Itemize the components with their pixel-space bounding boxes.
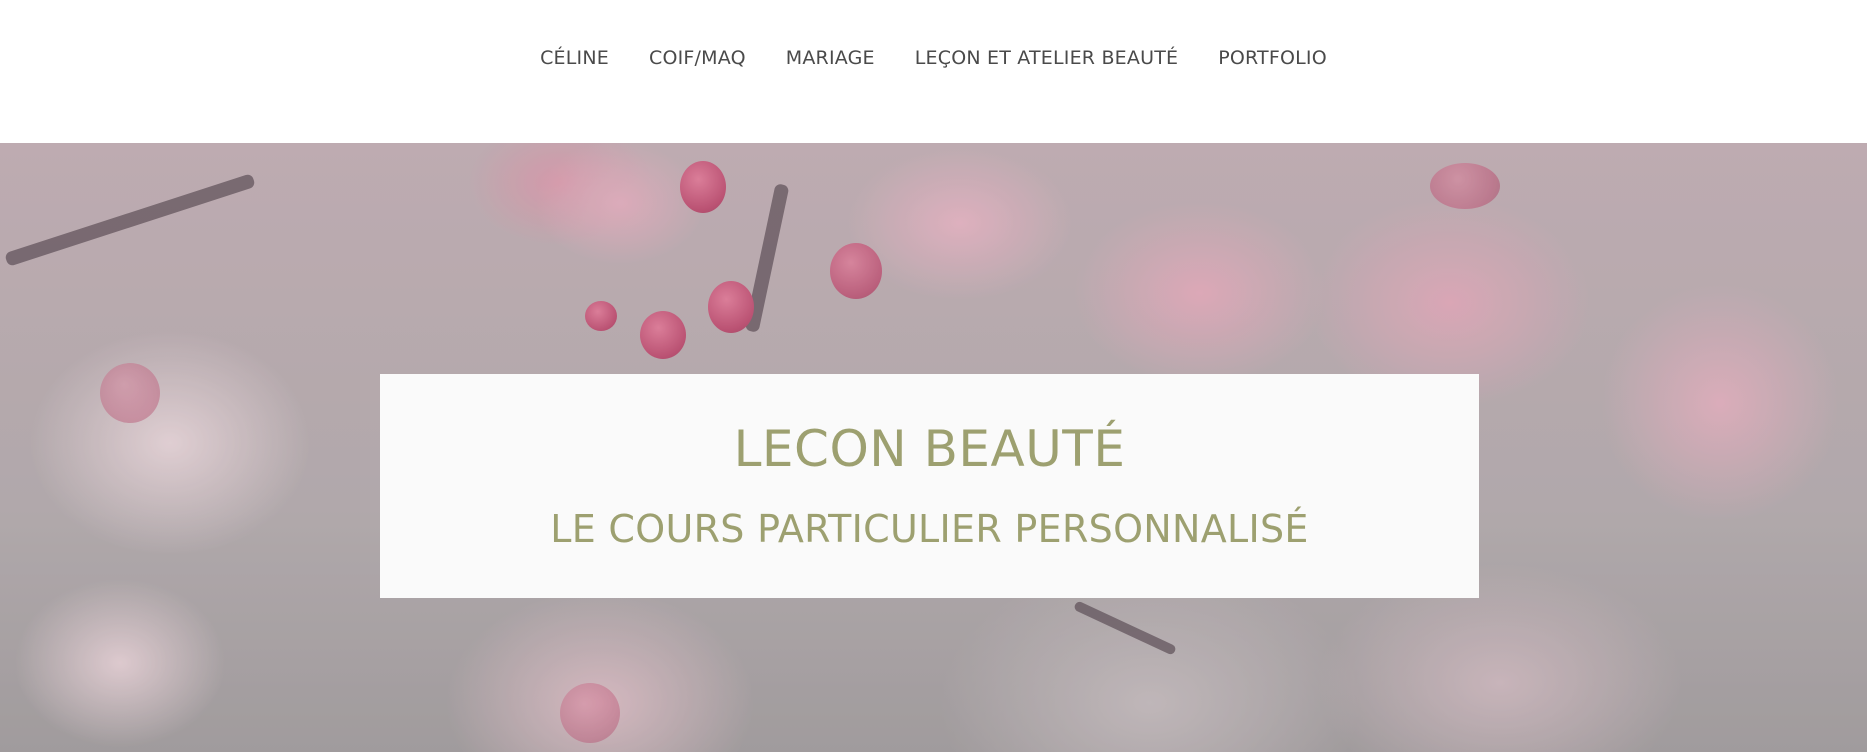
nav-item-coif-maq: COIF/MAQ (649, 44, 746, 72)
nav-item-lecon-atelier: LEÇON ET ATELIER BEAUTÉ (915, 44, 1178, 72)
nav-item-portfolio: PORTFOLIO (1218, 44, 1327, 72)
nav-menu: CÉLINE COIF/MAQ MARIAGE LEÇON ET ATELIER… (0, 44, 1867, 72)
page-subtitle: LE COURS PARTICULIER PERSONNALISÉ (550, 507, 1309, 551)
nav-link-mariage[interactable]: MARIAGE (786, 44, 875, 72)
title-card: LECON BEAUTÉ LE COURS PARTICULIER PERSON… (380, 374, 1479, 598)
nav-link-portfolio[interactable]: PORTFOLIO (1218, 44, 1327, 72)
nav-link-celine[interactable]: CÉLINE (540, 44, 609, 72)
nav-link-lecon-atelier[interactable]: LEÇON ET ATELIER BEAUTÉ (915, 44, 1178, 72)
top-navigation: CÉLINE COIF/MAQ MARIAGE LEÇON ET ATELIER… (0, 0, 1867, 143)
nav-link-coif-maq[interactable]: COIF/MAQ (649, 44, 746, 72)
page-title: LECON BEAUTÉ (733, 420, 1126, 478)
nav-item-mariage: MARIAGE (786, 44, 875, 72)
nav-item-celine: CÉLINE (540, 44, 609, 72)
